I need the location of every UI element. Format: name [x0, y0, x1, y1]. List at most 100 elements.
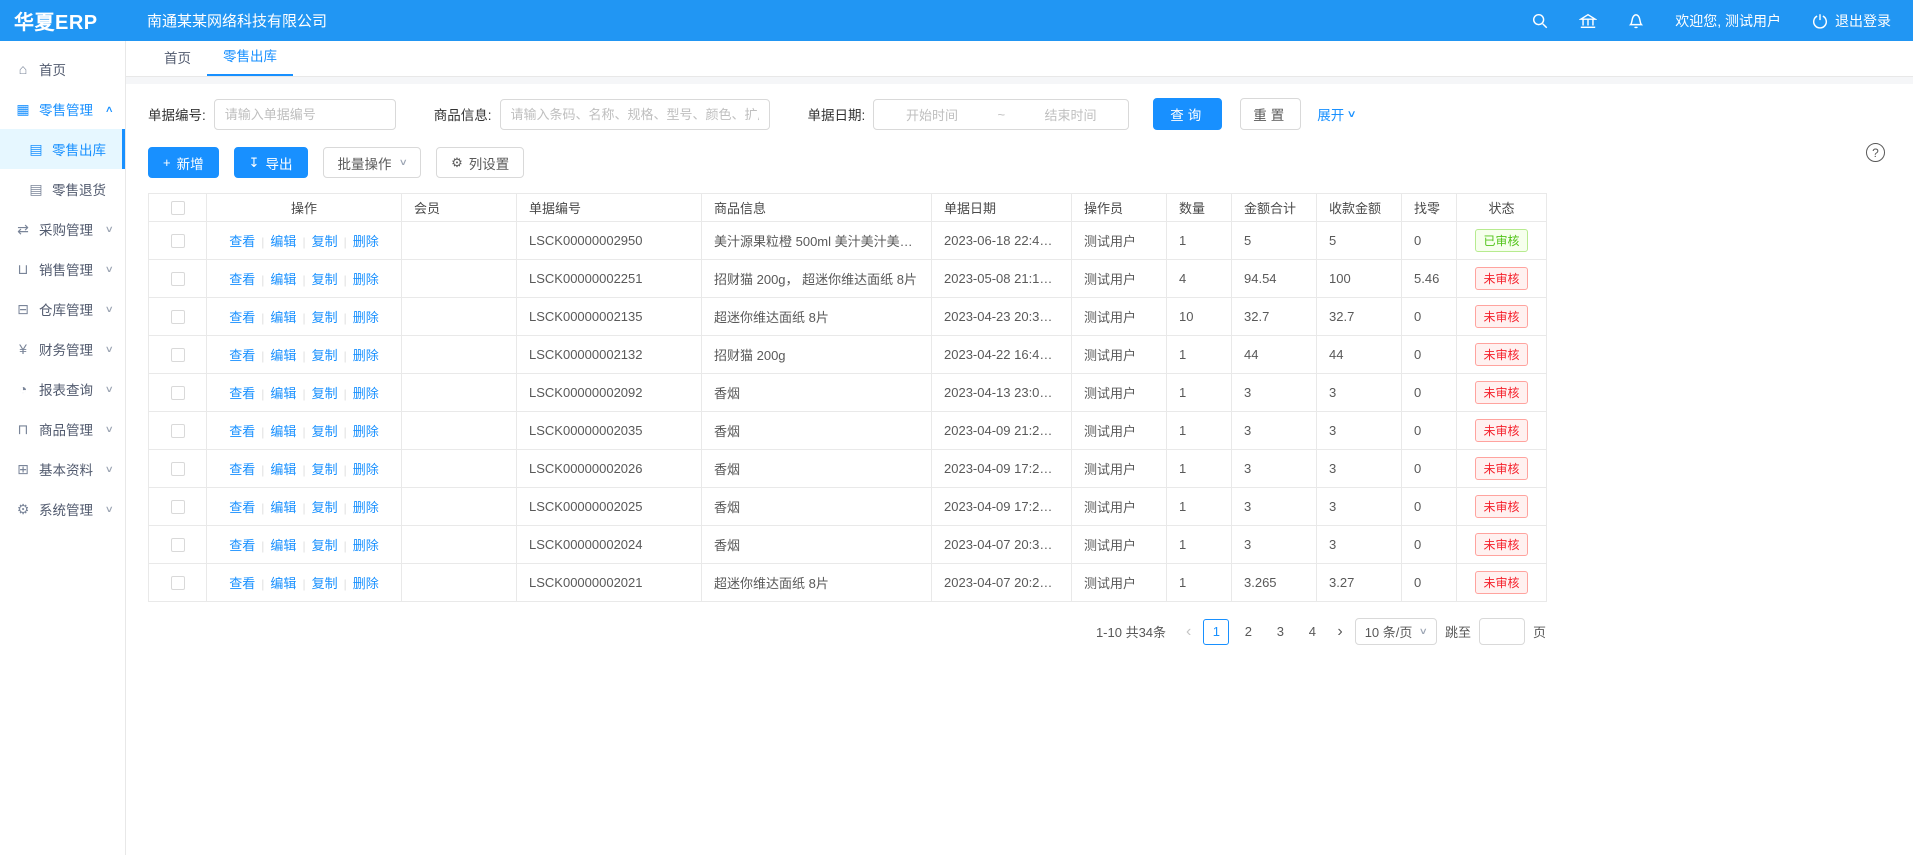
column-header-checkbox — [149, 194, 207, 222]
view-link[interactable]: 查看 — [229, 576, 255, 591]
view-link[interactable]: 查看 — [229, 462, 255, 477]
edit-link[interactable]: 编辑 — [270, 386, 296, 401]
row-checkbox[interactable] — [171, 462, 185, 476]
view-link[interactable]: 查看 — [229, 500, 255, 515]
app-logo[interactable]: 华夏ERP — [0, 6, 125, 35]
row-checkbox[interactable] — [171, 310, 185, 324]
select-all-checkbox[interactable] — [171, 201, 185, 215]
column-header-received: 收款金额 — [1317, 194, 1402, 222]
copy-link[interactable]: 复制 — [312, 310, 338, 325]
sidebar-item-purchase-mgmt[interactable]: ⇄采购管理∨ — [0, 209, 125, 249]
table-row: 查看|编辑|复制|删除LSCK00000002024香烟2023-04-07 2… — [149, 526, 1547, 564]
sidebar-item-report-query[interactable]: ◔报表查询∨ — [0, 369, 125, 409]
view-link[interactable]: 查看 — [229, 538, 255, 553]
delete-link[interactable]: 删除 — [353, 234, 379, 249]
row-checkbox[interactable] — [171, 386, 185, 400]
bill-no-input[interactable] — [214, 99, 396, 130]
page-button-1[interactable]: 1 — [1203, 619, 1229, 645]
tab-home[interactable]: 首页 — [148, 39, 207, 76]
help-icon[interactable]: ? — [1866, 143, 1885, 162]
edit-link[interactable]: 编辑 — [270, 310, 296, 325]
delete-link[interactable]: 删除 — [353, 424, 379, 439]
qty-cell: 1 — [1167, 374, 1232, 412]
page-size-select[interactable]: 10 条/页 ∨ — [1355, 618, 1437, 645]
copy-link[interactable]: 复制 — [312, 272, 338, 287]
edit-link[interactable]: 编辑 — [270, 424, 296, 439]
row-checkbox[interactable] — [171, 234, 185, 248]
sidebar-item-retail-outbound[interactable]: ▤零售出库 — [0, 129, 125, 169]
search-button[interactable]: 查询 — [1153, 98, 1222, 130]
view-link[interactable]: 查看 — [229, 424, 255, 439]
sidebar-item-warehouse-mgmt[interactable]: ⊟仓库管理∨ — [0, 289, 125, 329]
delete-link[interactable]: 删除 — [353, 538, 379, 553]
logout-button[interactable]: 退出登录 — [1811, 11, 1891, 31]
copy-link[interactable]: 复制 — [312, 576, 338, 591]
table-row: 查看|编辑|复制|删除LSCK00000002021超迷你维达面纸 8片2023… — [149, 564, 1547, 602]
edit-link[interactable]: 编辑 — [270, 576, 296, 591]
sidebar-item-system-mgmt[interactable]: ⚙系统管理∨ — [0, 489, 125, 529]
sidebar-item-home[interactable]: ⌂首页 — [0, 49, 125, 89]
row-checkbox[interactable] — [171, 424, 185, 438]
prev-page-button[interactable]: ‹ — [1182, 624, 1195, 640]
export-button[interactable]: ↧ 导出 — [234, 147, 308, 178]
add-button[interactable]: + 新增 — [148, 147, 219, 178]
copy-link[interactable]: 复制 — [312, 500, 338, 515]
edit-link[interactable]: 编辑 — [270, 234, 296, 249]
batch-ops-button[interactable]: 批量操作 ∨ — [323, 147, 422, 178]
page-button-3[interactable]: 3 — [1267, 619, 1293, 645]
row-checkbox[interactable] — [171, 348, 185, 362]
tab-retail-outbound[interactable]: 零售出库 — [207, 37, 293, 76]
platform-icon[interactable] — [1579, 12, 1597, 30]
page-button-2[interactable]: 2 — [1235, 619, 1261, 645]
sidebar-item-goods-mgmt[interactable]: ⊓商品管理∨ — [0, 409, 125, 449]
sidebar-item-base-data[interactable]: ⊞基本资料∨ — [0, 449, 125, 489]
reset-button[interactable]: 重置 — [1240, 98, 1301, 130]
pagination: 1-10 共34条 ‹ 1234 › 10 条/页 ∨ 跳至 页 — [148, 618, 1546, 645]
delete-link[interactable]: 删除 — [353, 348, 379, 363]
row-checkbox-cell — [149, 336, 207, 374]
delete-link[interactable]: 删除 — [353, 386, 379, 401]
edit-link[interactable]: 编辑 — [270, 462, 296, 477]
view-link[interactable]: 查看 — [229, 386, 255, 401]
sidebar-item-finance-mgmt[interactable]: ¥财务管理∨ — [0, 329, 125, 369]
page-button-4[interactable]: 4 — [1299, 619, 1325, 645]
bill-date-range-input[interactable]: 开始时间 ~ 结束时间 — [873, 99, 1129, 130]
edit-link[interactable]: 编辑 — [270, 538, 296, 553]
expand-toggle[interactable]: 展开 ∨ — [1317, 104, 1355, 124]
edit-link[interactable]: 编辑 — [270, 500, 296, 515]
delete-link[interactable]: 删除 — [353, 576, 379, 591]
row-checkbox-cell — [149, 488, 207, 526]
qty-cell: 1 — [1167, 222, 1232, 260]
row-checkbox[interactable] — [171, 272, 185, 286]
view-link[interactable]: 查看 — [229, 234, 255, 249]
row-checkbox[interactable] — [171, 538, 185, 552]
next-page-button[interactable]: › — [1333, 624, 1346, 640]
view-link[interactable]: 查看 — [229, 310, 255, 325]
search-icon[interactable] — [1531, 12, 1549, 30]
view-link[interactable]: 查看 — [229, 272, 255, 287]
row-checkbox[interactable] — [171, 500, 185, 514]
status-badge: 未审核 — [1475, 533, 1527, 556]
sidebar-item-retail-mgmt[interactable]: ▦零售管理∧ — [0, 89, 125, 129]
sidebar-item-sales-mgmt[interactable]: ⊔销售管理∨ — [0, 249, 125, 289]
delete-link[interactable]: 删除 — [353, 500, 379, 515]
copy-link[interactable]: 复制 — [312, 234, 338, 249]
bell-icon[interactable] — [1627, 12, 1645, 30]
copy-link[interactable]: 复制 — [312, 424, 338, 439]
view-link[interactable]: 查看 — [229, 348, 255, 363]
row-checkbox[interactable] — [171, 576, 185, 590]
copy-link[interactable]: 复制 — [312, 538, 338, 553]
copy-link[interactable]: 复制 — [312, 462, 338, 477]
edit-link[interactable]: 编辑 — [270, 348, 296, 363]
delete-link[interactable]: 删除 — [353, 272, 379, 287]
bill-no-label: 单据编号: — [148, 104, 206, 124]
delete-link[interactable]: 删除 — [353, 310, 379, 325]
copy-link[interactable]: 复制 — [312, 348, 338, 363]
jump-page-input[interactable] — [1479, 618, 1525, 645]
column-settings-button[interactable]: ⚙ 列设置 — [436, 147, 524, 178]
delete-link[interactable]: 删除 — [353, 462, 379, 477]
edit-link[interactable]: 编辑 — [270, 272, 296, 287]
sidebar-item-retail-return[interactable]: ▤零售退货 — [0, 169, 125, 209]
goods-info-input[interactable] — [500, 99, 770, 130]
copy-link[interactable]: 复制 — [312, 386, 338, 401]
